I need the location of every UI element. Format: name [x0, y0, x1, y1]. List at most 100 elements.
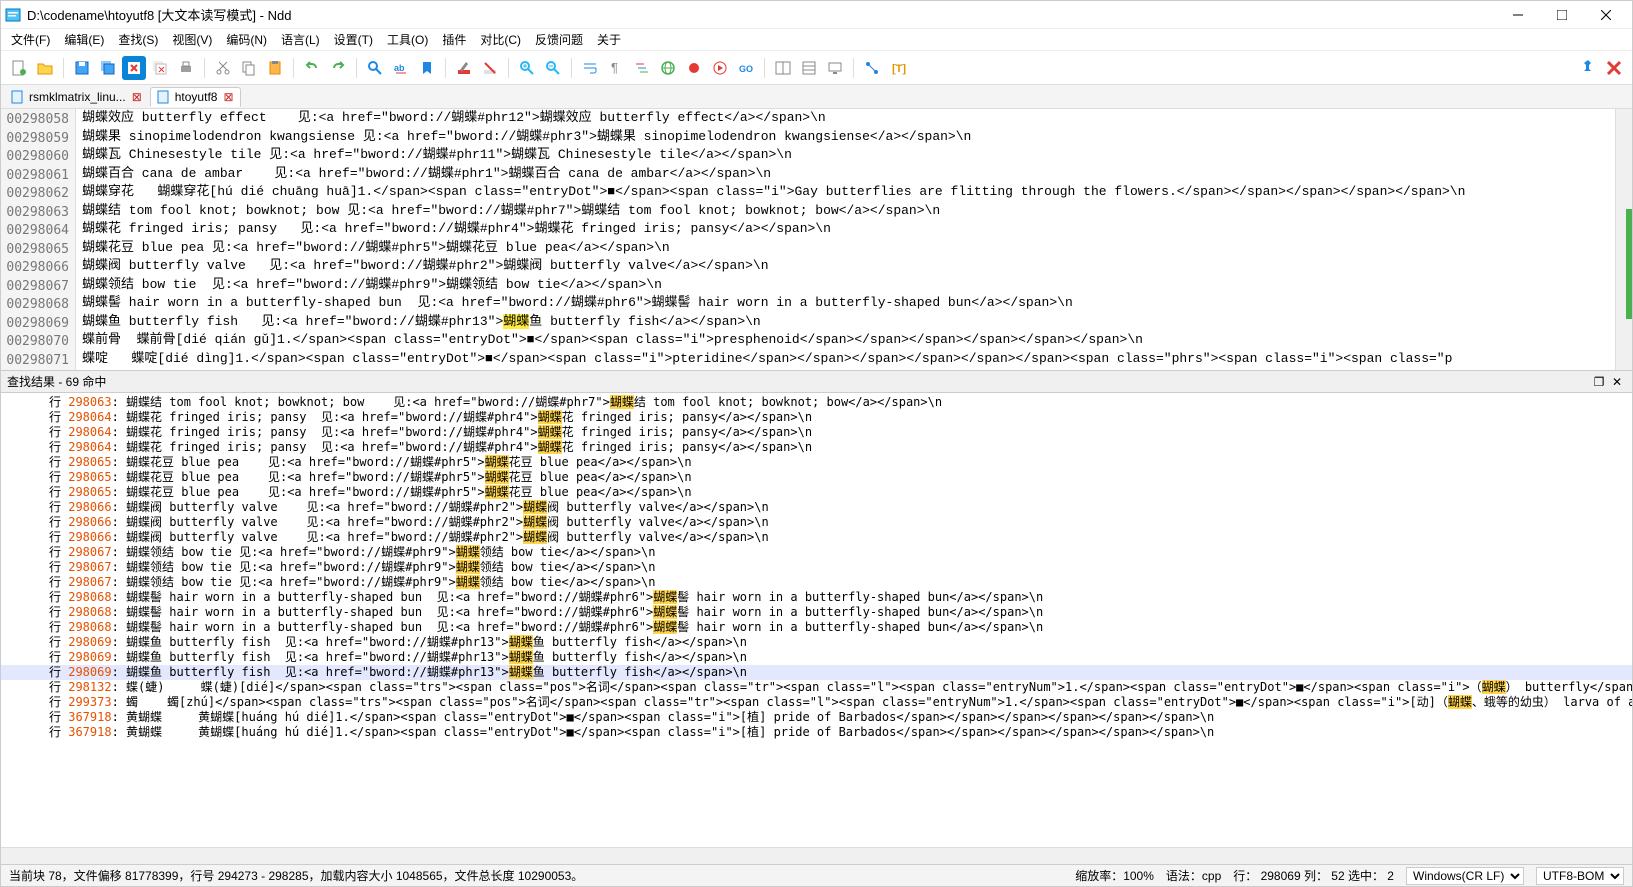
find-button[interactable] — [363, 56, 387, 80]
window-title: D:\codename\htoyutf8 [大文本读写模式] - Ndd — [27, 5, 1496, 24]
result-line[interactable]: 行 298067: 蝴蝶领结 bow tie 见:<a href="bword:… — [1, 560, 1632, 575]
status-lang: 语法：cpp — [1166, 867, 1221, 884]
zoom-out-button[interactable] — [541, 56, 565, 80]
record-button[interactable] — [682, 56, 706, 80]
result-line[interactable]: 行 298066: 蝴蝶阀 butterfly valve 见:<a href=… — [1, 500, 1632, 515]
menu-about[interactable]: 关于 — [591, 29, 627, 50]
bookmark-button[interactable] — [415, 56, 439, 80]
menubar: 文件(F) 编辑(E) 查找(S) 视图(V) 编码(N) 语言(L) 设置(T… — [1, 29, 1632, 51]
tab[interactable]: rsmklmatrix_linu...⊠ — [5, 88, 148, 106]
result-line[interactable]: 行 298065: 蝴蝶花豆 blue pea 见:<a href="bword… — [1, 455, 1632, 470]
result-line[interactable]: 行 298066: 蝴蝶阀 butterfly valve 见:<a href=… — [1, 515, 1632, 530]
status-zoom: 缩放率：100% — [1075, 867, 1154, 884]
tab-close-icon[interactable]: ⊠ — [223, 90, 233, 104]
minimize-button[interactable] — [1496, 2, 1540, 28]
search-results-header: 查找结果 - 69 命中 ❐ ✕ — [1, 371, 1632, 393]
code-area[interactable]: 蝴蝶效应 butterfly effect 见:<a href="bword:/… — [76, 109, 1615, 370]
result-line[interactable]: 行 298067: 蝴蝶领结 bow tie 见:<a href="bword:… — [1, 545, 1632, 560]
vertical-scrollbar[interactable] — [1615, 109, 1632, 370]
zoom-in-button[interactable] — [515, 56, 539, 80]
menu-tools[interactable]: 工具(O) — [381, 29, 434, 50]
save-all-button[interactable] — [96, 56, 120, 80]
result-line[interactable]: 行 298065: 蝴蝶花豆 blue pea 见:<a href="bword… — [1, 470, 1632, 485]
transform-button[interactable]: [T] — [886, 56, 910, 80]
menu-search[interactable]: 查找(S) — [112, 29, 164, 50]
svg-text:¶: ¶ — [611, 60, 618, 75]
menu-compare[interactable]: 对比(C) — [474, 29, 527, 50]
result-line[interactable]: 行 298063: 蝴蝶结 tom fool knot; bowknot; bo… — [1, 395, 1632, 410]
format-button[interactable] — [860, 56, 884, 80]
result-line[interactable]: 行 298064: 蝴蝶花 fringed iris; pansy 见:<a h… — [1, 425, 1632, 440]
result-line[interactable]: 行 298132: 蝶(蜨) 蝶(蜨)[dié]</span><span cla… — [1, 680, 1632, 695]
result-line[interactable]: 行 298065: 蝴蝶花豆 blue pea 见:<a href="bword… — [1, 485, 1632, 500]
close-x-button[interactable] — [1602, 56, 1626, 80]
print-button[interactable] — [174, 56, 198, 80]
paste-button[interactable] — [263, 56, 287, 80]
restore-panel-icon[interactable]: ❐ — [1590, 373, 1608, 391]
menu-view[interactable]: 视图(V) — [166, 29, 218, 50]
pin-button[interactable] — [1576, 56, 1600, 80]
indent-guide-button[interactable] — [630, 56, 654, 80]
result-line[interactable]: 行 298069: 蝴蝶鱼 butterfly fish 见:<a href="… — [1, 665, 1632, 680]
word-wrap-button[interactable] — [578, 56, 602, 80]
result-line[interactable]: 行 298069: 蝴蝶鱼 butterfly fish 见:<a href="… — [1, 650, 1632, 665]
horizontal-scrollbar[interactable] — [1, 847, 1632, 864]
close-panel-icon[interactable]: ✕ — [1608, 373, 1626, 391]
replace-button[interactable]: ab — [389, 56, 413, 80]
result-line[interactable]: 行 298068: 蝴蝶髻 hair worn in a butterfly-s… — [1, 620, 1632, 635]
monitor-button[interactable] — [823, 56, 847, 80]
result-line[interactable]: 行 298068: 蝴蝶髻 hair worn in a butterfly-s… — [1, 590, 1632, 605]
encoding-select[interactable]: UTF8-BOM — [1536, 867, 1624, 885]
file-list-button[interactable] — [797, 56, 821, 80]
search-results-title: 查找结果 - 69 命中 — [7, 373, 106, 390]
marker-red-button[interactable] — [452, 56, 476, 80]
result-line[interactable]: 行 367918: 黄蝴蝶 黄蝴蝶[huáng hú dié]1.</span>… — [1, 710, 1632, 725]
menu-plugins[interactable]: 插件 — [436, 29, 472, 50]
result-line[interactable]: 行 298064: 蝴蝶花 fringed iris; pansy 见:<a h… — [1, 410, 1632, 425]
svg-text:[T]: [T] — [892, 63, 906, 75]
menu-feedback[interactable]: 反馈问题 — [529, 29, 589, 50]
show-whitespace-button[interactable]: ¶ — [604, 56, 628, 80]
menu-encode[interactable]: 编码(N) — [220, 29, 273, 50]
editor[interactable]: 0029805800298059002980600029806100298062… — [1, 109, 1632, 371]
menu-edit[interactable]: 编辑(E) — [58, 29, 110, 50]
play-button[interactable] — [708, 56, 732, 80]
tab-close-icon[interactable]: ⊠ — [132, 90, 142, 104]
result-line[interactable]: 行 299373: 蠋 蠋[zhú]</span><span class="tr… — [1, 695, 1632, 710]
undo-button[interactable] — [300, 56, 324, 80]
eol-select[interactable]: Windows(CR LF) — [1406, 867, 1524, 885]
goto-button[interactable]: GO — [734, 56, 758, 80]
toolbar: ab ¶ GO [T] — [1, 51, 1632, 85]
copy-button[interactable] — [237, 56, 261, 80]
tabbar: rsmklmatrix_linu...⊠htoyutf8⊠ — [1, 85, 1632, 109]
clear-marker-button[interactable] — [478, 56, 502, 80]
search-results[interactable]: 行 298063: 蝴蝶结 tom fool knot; bowknot; bo… — [1, 393, 1632, 847]
result-line[interactable]: 行 298067: 蝴蝶领结 bow tie 见:<a href="bword:… — [1, 575, 1632, 590]
cut-button[interactable] — [211, 56, 235, 80]
redo-button[interactable] — [326, 56, 350, 80]
maximize-button[interactable] — [1540, 2, 1584, 28]
open-file-button[interactable] — [33, 56, 57, 80]
line-gutter: 0029805800298059002980600029806100298062… — [1, 109, 76, 370]
status-left: 当前块 78，文件偏移 81778399，行号 294273 - 298285，… — [9, 867, 583, 884]
result-line[interactable]: 行 298066: 蝴蝶阀 butterfly valve 见:<a href=… — [1, 530, 1632, 545]
result-line[interactable]: 行 298064: 蝴蝶花 fringed iris; pansy 见:<a h… — [1, 440, 1632, 455]
split-view-button[interactable] — [771, 56, 795, 80]
tab[interactable]: htoyutf8⊠ — [150, 87, 241, 107]
status-pos: 行： 298069 列： 52 选中： 2 — [1233, 867, 1394, 884]
close-all-button[interactable] — [148, 56, 172, 80]
menu-file[interactable]: 文件(F) — [5, 29, 56, 50]
new-file-button[interactable] — [7, 56, 31, 80]
close-button[interactable] — [1584, 2, 1628, 28]
result-line[interactable]: 行 298069: 蝴蝶鱼 butterfly fish 见:<a href="… — [1, 635, 1632, 650]
language-button[interactable] — [656, 56, 680, 80]
menu-settings[interactable]: 设置(T) — [328, 29, 379, 50]
close-file-button[interactable] — [122, 56, 146, 80]
save-button[interactable] — [70, 56, 94, 80]
statusbar: 当前块 78，文件偏移 81778399，行号 294273 - 298285，… — [1, 864, 1632, 886]
menu-language[interactable]: 语言(L) — [275, 29, 326, 50]
app-icon — [5, 7, 21, 23]
result-line[interactable]: 行 298068: 蝴蝶髻 hair worn in a butterfly-s… — [1, 605, 1632, 620]
result-line[interactable]: 行 367918: 黄蝴蝶 黄蝴蝶[huáng hú dié]1.</span>… — [1, 725, 1632, 740]
svg-text:GO: GO — [739, 64, 753, 74]
